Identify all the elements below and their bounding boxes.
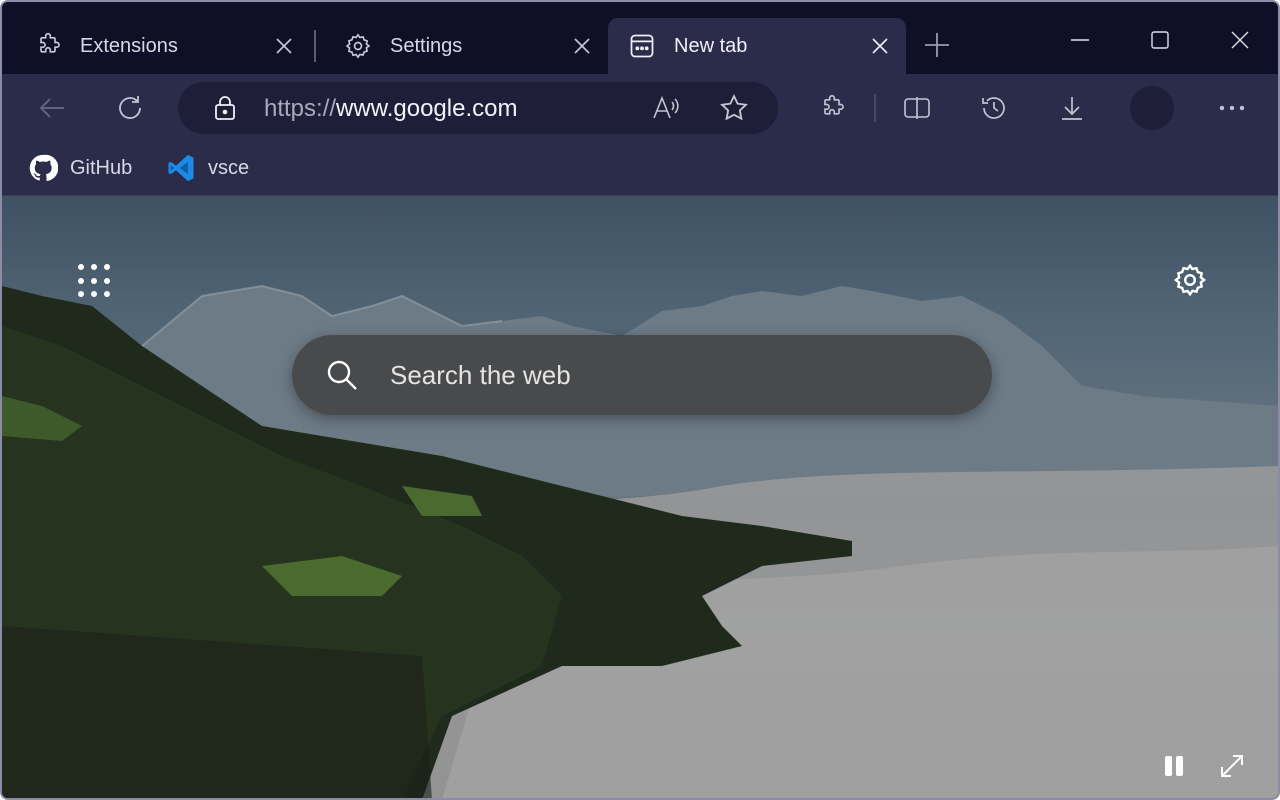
split-screen-icon[interactable] — [897, 88, 937, 128]
new-tab-page: Search the web — [2, 196, 1278, 798]
favorite-vsce[interactable]: vsce — [166, 150, 249, 186]
back-arrow-icon[interactable] — [32, 88, 72, 128]
more-horizontal-icon[interactable] — [1212, 88, 1252, 128]
page-settings-gear-icon[interactable] — [1168, 258, 1212, 302]
favorite-github[interactable]: GitHub — [28, 150, 132, 186]
close-tab-icon[interactable] — [868, 34, 892, 58]
tab-new-tab[interactable]: New tab — [608, 18, 906, 74]
star-icon[interactable] — [718, 92, 750, 124]
title-bar: Extensions Settings New tab — [2, 2, 1278, 74]
history-icon[interactable] — [974, 88, 1014, 128]
favorite-label: GitHub — [70, 156, 133, 179]
close-tab-icon[interactable] — [570, 34, 594, 58]
maximize-icon[interactable] — [1140, 22, 1180, 58]
tab-label: Settings — [390, 34, 463, 57]
toolbar-divider — [874, 94, 876, 122]
navigation-toolbar: https://www.google.com — [2, 74, 1278, 140]
github-icon — [28, 153, 58, 183]
pause-icon[interactable] — [1158, 750, 1190, 782]
url-host: www.google.com — [336, 95, 518, 122]
url-protocol: https:// — [264, 95, 337, 122]
lock-icon[interactable] — [212, 94, 238, 122]
gear-icon — [344, 32, 372, 60]
close-tab-icon[interactable] — [272, 34, 296, 58]
refresh-icon[interactable] — [110, 88, 150, 128]
minimize-icon[interactable] — [1060, 22, 1100, 58]
vscode-icon — [166, 153, 196, 183]
apps-grid-icon[interactable] — [74, 260, 116, 302]
newtab-page-icon — [628, 32, 656, 60]
tab-settings[interactable]: Settings — [314, 18, 608, 74]
read-aloud-icon[interactable] — [650, 92, 682, 124]
tab-label: Extensions — [80, 34, 178, 57]
search-icon[interactable] — [324, 357, 360, 393]
puzzle-icon — [34, 32, 62, 60]
tab-label: New tab — [674, 34, 748, 57]
url-text[interactable]: https://www.google.com — [264, 95, 517, 123]
tab-extensions[interactable]: Extensions — [4, 18, 310, 74]
favorites-bar: GitHub vsce — [2, 140, 1278, 196]
puzzle-icon[interactable] — [812, 88, 852, 128]
close-icon[interactable] — [1220, 22, 1260, 58]
web-search-box[interactable]: Search the web — [292, 335, 992, 415]
profile-avatar[interactable] — [1130, 86, 1174, 130]
expand-icon[interactable] — [1216, 750, 1248, 782]
browser-window: Extensions Settings New tab https://www.… — [0, 0, 1280, 800]
address-bar[interactable]: https://www.google.com — [178, 82, 778, 134]
favorite-label: vsce — [208, 156, 250, 179]
background-landscape-image — [2, 284, 1278, 798]
new-tab-plus-icon[interactable] — [922, 30, 952, 60]
search-placeholder[interactable]: Search the web — [390, 360, 571, 391]
download-icon[interactable] — [1052, 88, 1092, 128]
